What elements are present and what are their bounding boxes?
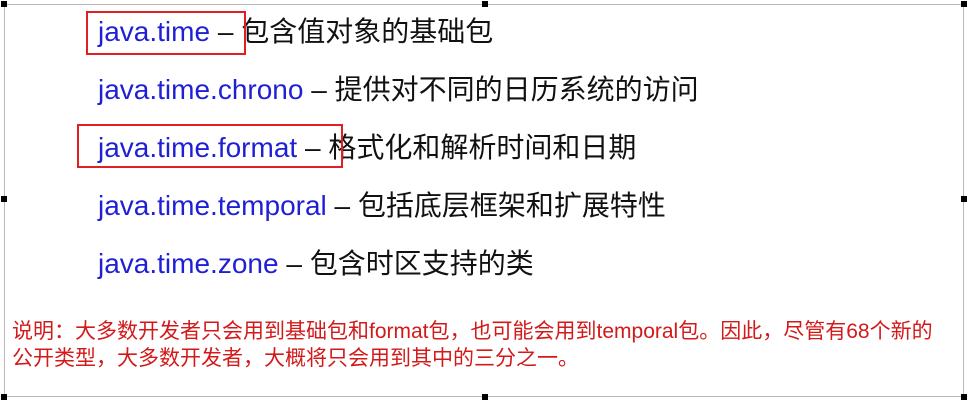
package-line-chrono: java.time.chrono – 提供对不同的日历系统的访问 [98, 72, 699, 108]
package-description: 提供对不同的日历系统的访问 [334, 74, 699, 105]
dash-separator: – [303, 74, 335, 105]
package-description: 包含值对象的基础包 [241, 16, 494, 47]
resize-handle-bottom-right[interactable] [961, 394, 967, 400]
resize-handle-bottom-middle[interactable] [482, 394, 488, 400]
dash-separator: – [326, 190, 358, 221]
package-name: java.time.temporal [98, 190, 327, 221]
package-name: java.time.chrono [98, 74, 304, 105]
dash-separator: – [278, 248, 310, 279]
package-line-temporal: java.time.temporal – 包括底层框架和扩展特性 [98, 188, 666, 224]
highlight-box-java-time-format [77, 124, 343, 168]
package-line-zone: java.time.zone – 包含时区支持的类 [98, 246, 534, 282]
resize-handle-middle-right[interactable] [961, 196, 967, 202]
package-description: 格式化和解析时间和日期 [328, 132, 637, 163]
explanation-note: 说明：大多数开发者只会用到基础包和format包，也可能会用到temporal包… [12, 320, 933, 370]
resize-handle-top-right[interactable] [961, 1, 967, 7]
resize-handle-bottom-left[interactable] [1, 394, 7, 400]
package-description: 包括底层框架和扩展特性 [357, 190, 666, 221]
package-description: 包含时区支持的类 [309, 248, 534, 279]
resize-handle-top-middle[interactable] [482, 1, 488, 7]
resize-handle-top-left[interactable] [1, 1, 7, 7]
highlight-box-java-time [86, 11, 246, 55]
resize-handle-middle-left[interactable] [1, 196, 7, 202]
package-name: java.time.zone [98, 248, 279, 279]
